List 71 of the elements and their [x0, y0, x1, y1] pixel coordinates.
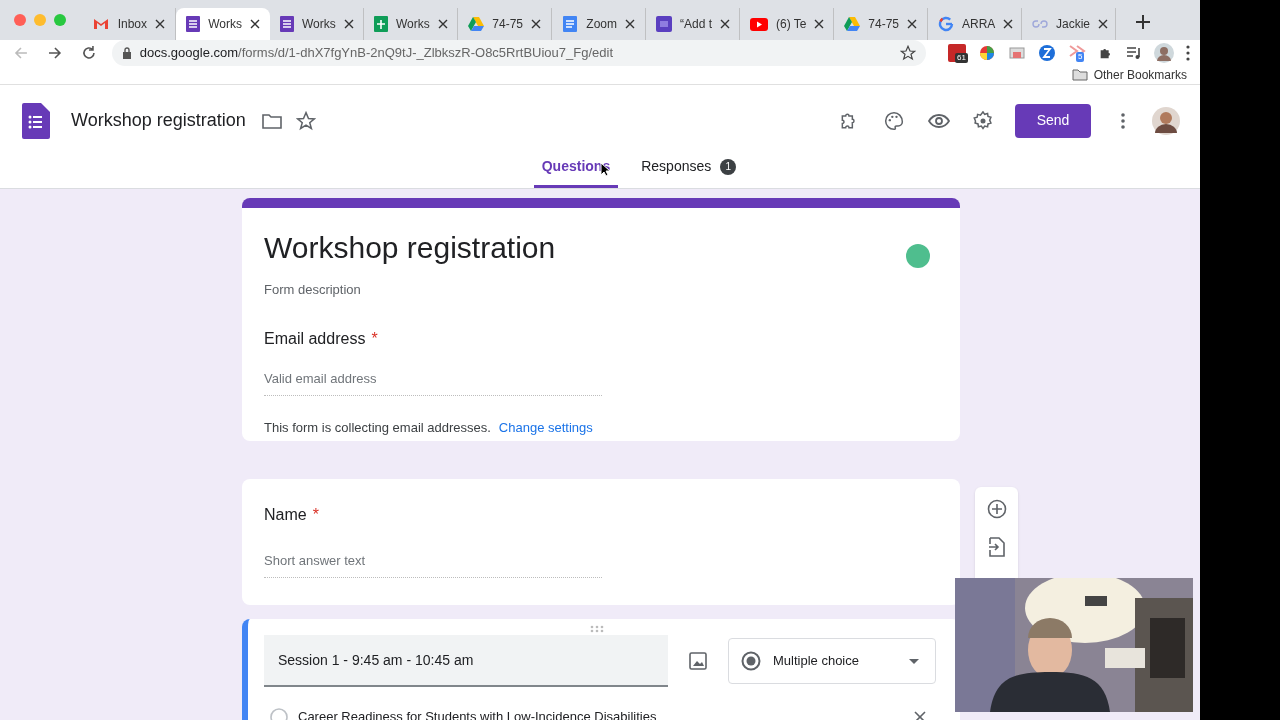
- drive-icon: [844, 17, 861, 31]
- collection-notice: This form is collecting email addresses. Change settings: [264, 418, 594, 437]
- folder-icon: [1071, 69, 1088, 81]
- form-icon: [280, 16, 294, 32]
- image-icon[interactable]: [689, 652, 707, 670]
- play-icon: [750, 17, 768, 31]
- email-answer-field: Valid email address: [264, 369, 602, 396]
- close-icon[interactable]: [437, 19, 448, 29]
- change-settings-link[interactable]: Change settings: [498, 419, 593, 435]
- envelope-icon: [92, 18, 109, 30]
- document-icon: [563, 16, 578, 32]
- import-icon[interactable]: [988, 537, 1005, 557]
- send-button[interactable]: Send: [1015, 103, 1091, 138]
- square-logo-icon: [656, 16, 672, 32]
- avatar-icon[interactable]: [1152, 106, 1180, 135]
- question-type-dropdown[interactable]: Multiple choice: [728, 638, 936, 684]
- close-icon[interactable]: [814, 19, 825, 29]
- question-title-field[interactable]: Session 1 - 9:45 am - 10:45 am: [264, 635, 668, 687]
- color-wheel-icon[interactable]: [978, 44, 996, 62]
- close-icon[interactable]: [914, 710, 926, 720]
- playlist-icon[interactable]: [1126, 45, 1142, 61]
- g-logo-icon: [938, 16, 954, 32]
- form-description-field[interactable]: Form description: [264, 280, 938, 300]
- form-title[interactable]: Workshop registration: [264, 230, 938, 266]
- settings-icon[interactable]: [973, 110, 993, 131]
- more-icon[interactable]: [1186, 45, 1190, 61]
- close-icon[interactable]: [907, 19, 917, 29]
- drag-handle-icon[interactable]: [590, 625, 604, 633]
- extension-icon[interactable]: 61: [948, 44, 966, 62]
- close-icon[interactable]: [625, 19, 635, 29]
- extension-badge: 5: [1076, 52, 1085, 62]
- count-badge: 1: [720, 158, 737, 175]
- bookmark-folder[interactable]: Other Bookmarks: [1071, 66, 1187, 84]
- plus-icon: [1136, 15, 1150, 30]
- add-icon[interactable]: [986, 499, 1007, 519]
- close-icon[interactable]: [343, 19, 354, 29]
- close-icon[interactable]: [1098, 19, 1108, 29]
- folder-icon[interactable]: [261, 112, 282, 129]
- close-icon[interactable]: [531, 19, 541, 29]
- caret-icon: [909, 658, 919, 664]
- star-icon[interactable]: [295, 110, 316, 131]
- avatar-icon[interactable]: [1154, 43, 1174, 63]
- more-icon[interactable]: [1121, 112, 1125, 129]
- radio-icon: [741, 651, 761, 671]
- close-icon[interactable]: [1003, 19, 1014, 29]
- window-icon[interactable]: [1008, 44, 1026, 62]
- required-asterisk: *: [371, 330, 378, 347]
- star-icon[interactable]: [900, 45, 916, 61]
- z-circle-icon[interactable]: [1038, 44, 1056, 62]
- close-icon[interactable]: [250, 19, 260, 29]
- question-title: Name *: [264, 505, 320, 525]
- link-icon: [1032, 19, 1048, 29]
- palette-icon[interactable]: [884, 110, 904, 131]
- close-icon[interactable]: [155, 19, 165, 29]
- address-bar[interactable]: docs.google.com/forms/d/1-dhX7fgYnB-2nQ9tJ-_ZlbkszR-O8c5RrtBUiou7_Fg/edit: [111, 40, 926, 66]
- required-asterisk: *: [312, 506, 319, 523]
- spreadsheet-icon: [374, 16, 388, 32]
- close-icon[interactable]: [720, 19, 730, 29]
- radio-icon: [270, 707, 288, 720]
- drive-icon: [468, 17, 485, 31]
- url-text: docs.google.com/forms/d/1-dhX7fgYnB-2nQ9tJ-_ZlbkszR-O8c5RrtBUiou7_Fg/edit: [139, 44, 615, 63]
- form-tab[interactable]: Responses: [640, 156, 713, 188]
- extension-badge: 61: [955, 53, 968, 63]
- question-title: Email address *: [264, 329, 379, 349]
- document-title[interactable]: Workshop registration: [71, 107, 246, 134]
- short-answer-field: Short answer text: [264, 551, 602, 578]
- forms-logo-icon[interactable]: [22, 102, 50, 139]
- lock-icon: [121, 47, 132, 59]
- form-icon: [186, 16, 201, 32]
- eye-icon[interactable]: [928, 112, 950, 129]
- browser-tab[interactable]: Works: [176, 8, 270, 40]
